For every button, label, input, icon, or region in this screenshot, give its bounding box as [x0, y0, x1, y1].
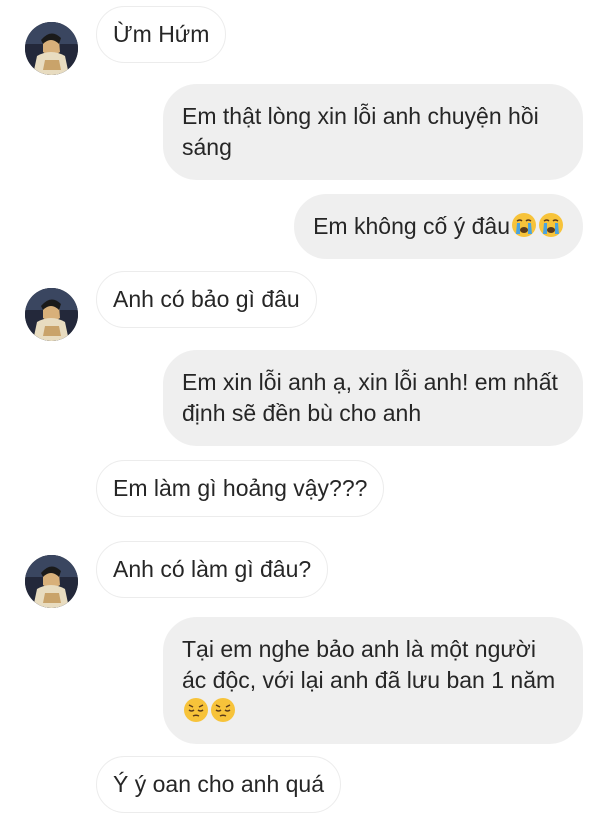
message-text: Anh có làm gì đâu?	[113, 556, 312, 582]
contact-avatar[interactable]	[25, 555, 78, 608]
message-text: Ý ý oan cho anh quá	[113, 771, 324, 797]
chat-thread: Ừm Hứm Em thật lòng xin lỗi anh chuyện h…	[0, 0, 600, 821]
contact-avatar[interactable]	[25, 288, 78, 341]
message-outgoing[interactable]: Tại em nghe bảo anh là một người ác độc,…	[163, 617, 583, 744]
message-text: Ừm Hứm	[113, 21, 210, 47]
message-text: Anh có bảo gì đâu	[113, 286, 300, 312]
message-text: Em không cố ý đâu	[313, 213, 510, 239]
message-outgoing[interactable]: Em không cố ý đâu	[294, 194, 583, 259]
crying-face-icon	[538, 212, 564, 238]
message-outgoing[interactable]: Em xin lỗi anh ạ, xin lỗi anh! em nhất đ…	[163, 350, 583, 446]
crying-face-icon	[511, 212, 537, 238]
message-incoming[interactable]: Anh có bảo gì đâu	[96, 271, 317, 328]
message-text: Em xin lỗi anh ạ, xin lỗi anh! em nhất đ…	[182, 369, 558, 426]
contact-avatar[interactable]	[25, 22, 78, 75]
message-outgoing[interactable]: Em thật lòng xin lỗi anh chuyện hồi sáng	[163, 84, 583, 180]
message-incoming[interactable]: Anh có làm gì đâu?	[96, 541, 329, 598]
message-text: Em làm gì hoảng vậy???	[113, 475, 368, 501]
pensive-face-icon	[183, 697, 209, 723]
pensive-face-icon	[210, 697, 236, 723]
message-incoming[interactable]: Ý ý oan cho anh quá	[96, 756, 341, 813]
message-incoming[interactable]: Em làm gì hoảng vậy???	[96, 460, 385, 517]
message-text: Tại em nghe bảo anh là một người ác độc,…	[182, 636, 556, 693]
message-incoming[interactable]: Ừm Hứm	[96, 6, 227, 63]
message-text: Em thật lòng xin lỗi anh chuyện hồi sáng	[182, 103, 539, 160]
